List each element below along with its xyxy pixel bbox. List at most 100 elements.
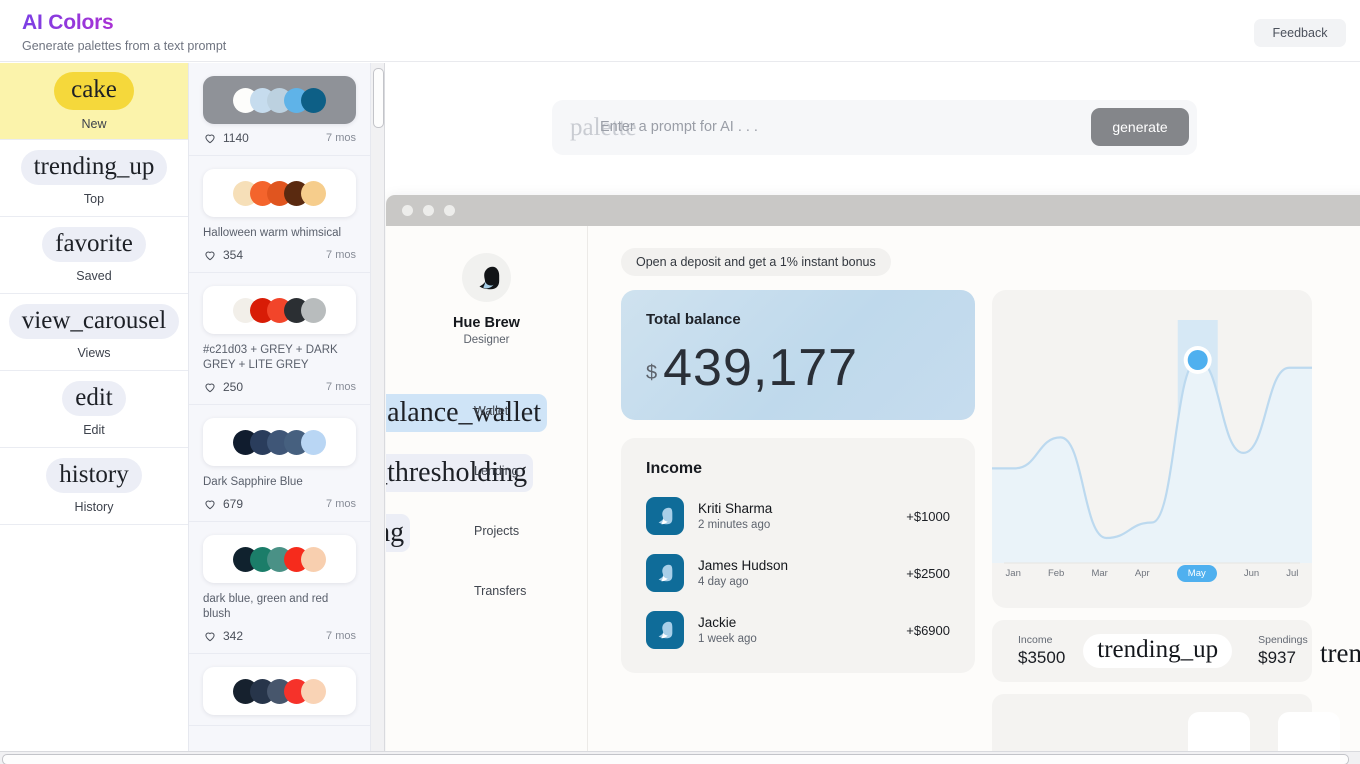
income-amount: +$1000: [906, 508, 950, 524]
income-amount: +$6900: [906, 622, 950, 638]
income-card: Income Kriti Sharma 2 minutes ago +$1000 Ja…: [621, 438, 975, 673]
income-time: 4 day ago: [698, 576, 749, 588]
palette-swatch-row: [233, 87, 326, 113]
engineering-icon: engineering: [386, 514, 411, 552]
window-minimize-icon[interactable]: [423, 205, 434, 216]
income-text: Jackie 1 week ago: [698, 615, 757, 645]
palette-card[interactable]: dark blue, green and red blush 342 7 mos: [189, 522, 370, 654]
brand: AI Colors Generate palettes from a text …: [22, 11, 226, 53]
palette-card[interactable]: [189, 654, 370, 726]
palette-swatch-box[interactable]: [203, 76, 356, 124]
sidebar-item-label: Top: [83, 192, 105, 206]
sidebar-item-views[interactable]: view_carousel Views: [0, 294, 188, 371]
generate-button[interactable]: generate: [1091, 108, 1189, 146]
chart-month-may[interactable]: May: [1176, 565, 1217, 582]
contact-avatar: [646, 611, 684, 649]
sidebar-item-new[interactable]: cake New: [0, 63, 188, 140]
app-header: AI Colors Generate palettes from a text …: [0, 0, 1360, 62]
activity-chart[interactable]: Jan Feb Mar Apr May Jun Jul: [992, 290, 1312, 608]
palette-card[interactable]: #c21d03 + GREY + DARK GREY + LITE GREY 25…: [189, 273, 370, 405]
person-silhouette-icon: [658, 621, 673, 639]
palette-card[interactable]: Dark Sapphire Blue 679 7 mos: [189, 405, 370, 522]
palette-meta: 250 7 mos: [203, 380, 356, 394]
income-name: Jackie: [698, 615, 737, 630]
window-maximize-icon[interactable]: [444, 205, 455, 216]
palette-swatch-row: [233, 429, 326, 455]
bleed-trending-icon: tren: [1320, 638, 1360, 668]
heart-icon[interactable]: [203, 248, 217, 262]
palette-swatch-box[interactable]: [203, 169, 356, 217]
page-title: AI Colors: [22, 11, 226, 35]
palette-swatch: [301, 87, 326, 113]
chart-month-mar[interactable]: Mar: [1091, 568, 1107, 579]
stats-card: Income $3500 trending_up Spendings $937: [992, 620, 1312, 682]
chart-month-jul[interactable]: Jul: [1286, 568, 1298, 579]
sidebar-item-top[interactable]: trending_up Top: [0, 140, 188, 217]
heart-icon[interactable]: [203, 131, 217, 145]
contact-avatar: [646, 497, 684, 535]
income-row[interactable]: James Hudson 4 day ago +$2500: [646, 554, 950, 592]
trending-up-icon: trending_up: [1083, 634, 1233, 668]
palette-meta: 679 7 mos: [203, 497, 356, 511]
canvas-area: palette Enter a prompt for AI . . . gene…: [385, 63, 1360, 764]
heart-icon[interactable]: [203, 497, 217, 511]
chart-month-jun[interactable]: Jun: [1244, 568, 1259, 579]
sidebar-nav-rail: cake New trending_up Top favorite Saved view_c…: [0, 63, 189, 764]
prompt-bar: palette Enter a prompt for AI . . . gene…: [552, 100, 1197, 155]
chart-month-apr[interactable]: Apr: [1135, 568, 1150, 579]
sidebar-item-label: Edit: [83, 423, 105, 437]
person-silhouette-icon: [658, 564, 673, 582]
palette-age: 7 mos: [326, 630, 356, 642]
palette-list-scrollbar[interactable]: [371, 63, 385, 764]
palette-swatch-box[interactable]: [203, 286, 356, 334]
mockup-nav-label: Transfers: [474, 584, 527, 598]
sidebar-item-edit[interactable]: edit Edit: [0, 371, 188, 448]
palette-swatch-box[interactable]: [203, 667, 356, 715]
palette-swatch-box[interactable]: [203, 535, 356, 583]
palette-swatch: [301, 429, 326, 455]
income-row[interactable]: Jackie 1 week ago +$6900: [646, 611, 950, 649]
person-silhouette-icon: [479, 266, 499, 289]
sidebar-item-label: History: [74, 500, 114, 514]
palette-swatch-row: [233, 678, 326, 704]
palette-card[interactable]: Halloween warm whimsical 354 7 mos: [189, 156, 370, 273]
palette-likes: 342: [223, 629, 244, 643]
income-rows: Kriti Sharma 2 minutes ago +$1000 James Hud…: [646, 497, 950, 649]
stat-spendings-value: $937: [1258, 648, 1296, 667]
currency-symbol: $: [646, 362, 658, 384]
sidebar-item-history[interactable]: history History: [0, 448, 188, 525]
palette-age: 7 mos: [326, 381, 356, 393]
palette-list[interactable]: 1140 7 mos Halloween warm whimsical 354 7 mo…: [189, 63, 371, 764]
income-time: 1 week ago: [698, 633, 757, 645]
trending_up-icon: trending_up: [20, 150, 168, 185]
palette-swatch: [301, 678, 326, 704]
scrollbar-thumb[interactable]: [373, 68, 384, 128]
stat-income-label: Income: [1018, 634, 1053, 646]
palette-card[interactable]: 1140 7 mos: [189, 63, 370, 156]
feedback-button[interactable]: Feedback: [1254, 19, 1346, 47]
stat-income: Income $3500: [1018, 634, 1065, 668]
page-horizontal-scrollbar[interactable]: [0, 751, 1360, 764]
avatar: [462, 253, 511, 302]
edit-icon: edit: [62, 381, 126, 416]
chart-x-axis: Jan Feb Mar Apr May Jun Jul: [992, 565, 1312, 582]
window-close-icon[interactable]: [402, 205, 413, 216]
heart-icon[interactable]: [203, 629, 217, 643]
mockup-main: Open a deposit and get a 1% instant bonu…: [588, 226, 1360, 764]
palette-swatch-box[interactable]: [203, 418, 356, 466]
chart-month-jan[interactable]: Jan: [1006, 568, 1021, 579]
income-amount: +$2500: [906, 565, 950, 581]
palette-meta: 354 7 mos: [203, 248, 356, 262]
page-scrollbar-thumb[interactable]: [2, 754, 1349, 764]
income-row[interactable]: Kriti Sharma 2 minutes ago +$1000: [646, 497, 950, 535]
stat-income-value: $3500: [1018, 648, 1066, 667]
palette-swatch: [301, 297, 326, 323]
palette-swatch: [301, 180, 326, 206]
heart-icon[interactable]: [203, 380, 217, 394]
palette-name: #c21d03 + GREY + DARK GREY + LITE GREY: [203, 344, 338, 371]
chart-month-feb[interactable]: Feb: [1048, 568, 1064, 579]
prompt-placeholder: Enter a prompt for AI . . .: [600, 119, 758, 135]
sidebar-item-label: New: [81, 116, 107, 131]
palette-swatch-row: [233, 180, 326, 206]
sidebar-item-saved[interactable]: favorite Saved: [0, 217, 188, 294]
